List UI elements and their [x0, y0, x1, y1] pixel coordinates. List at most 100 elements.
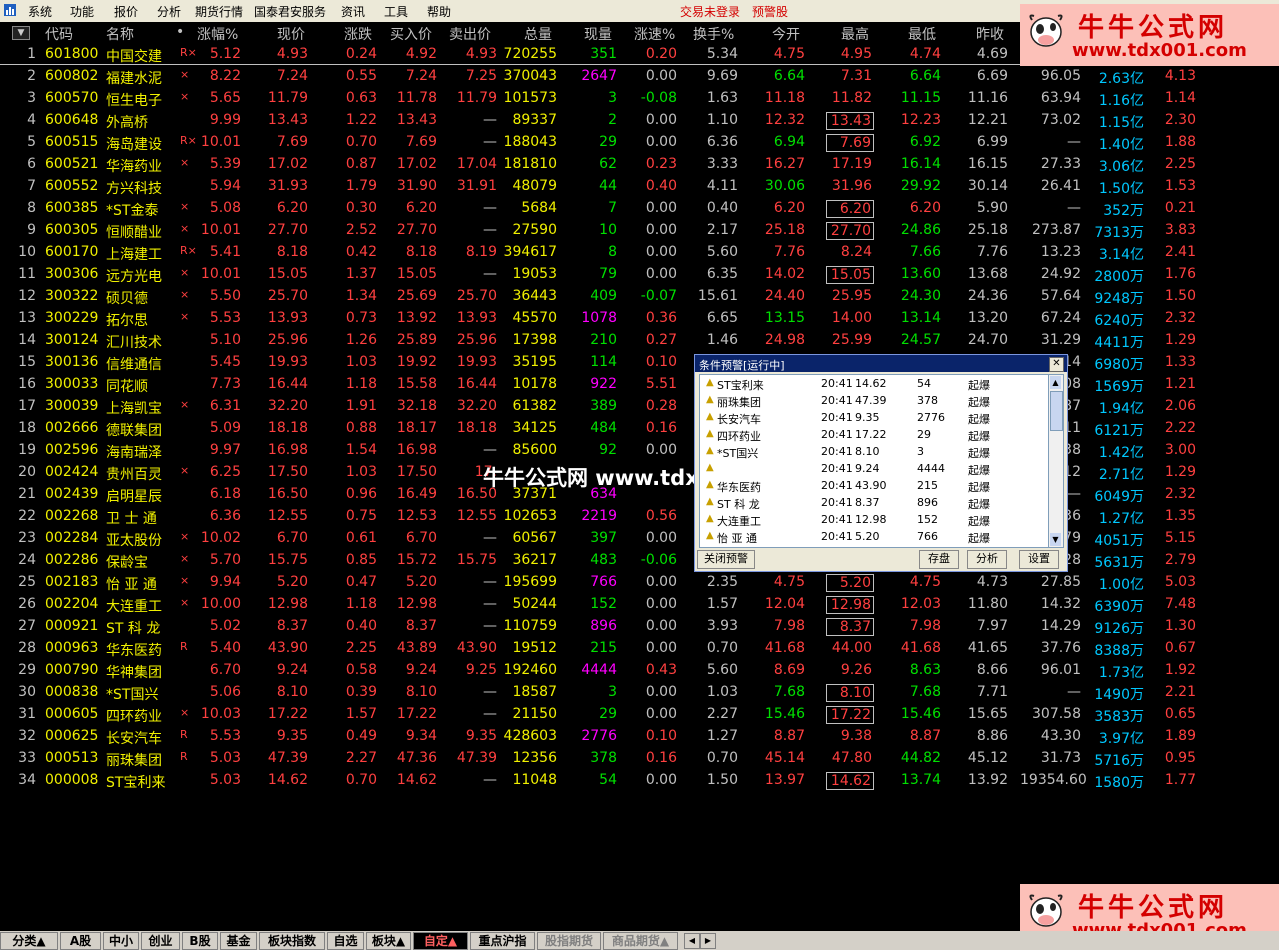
menu-quote[interactable]: 报价	[114, 3, 138, 20]
col-low[interactable]: 最低	[908, 24, 936, 44]
menu-help[interactable]: 帮助	[427, 3, 451, 20]
alert-row[interactable]: ▲ 四环药业 20:41 17.22 29 起爆	[700, 426, 1049, 443]
scroll-up-icon[interactable]: ▲	[1050, 376, 1061, 389]
trade-status[interactable]: 交易未登录	[680, 3, 740, 20]
alert-row[interactable]: ▲ ST 科 龙 20:41 8.37 896 起爆	[700, 494, 1049, 511]
tab-8[interactable]: 板块▲	[366, 932, 411, 950]
table-row[interactable]: 31 000605 四环药业 × 10.03 17.22 1.57 17.22—21150 29…	[0, 704, 1279, 726]
menu-function[interactable]: 功能	[70, 3, 94, 20]
alert-stock-link[interactable]: 预警股	[752, 3, 788, 20]
menu-system[interactable]: 系统	[28, 3, 52, 20]
table-row[interactable]: 11 300306 远方光电 × 10.01 15.05 1.37 15.05—19053 79…	[0, 264, 1279, 286]
table-row[interactable]: 22 002268 卫 士 通 6.36 12.55 0.75 12.53 12.55 1026…	[0, 506, 1279, 528]
tab-12[interactable]: 商品期货▲	[603, 932, 678, 950]
table-row[interactable]: 5 600515 海岛建设 R× 10.01 7.69 0.70 7.69—188043 29 0…	[0, 132, 1279, 154]
col-bid[interactable]: 买入价	[390, 24, 432, 44]
table-row[interactable]: 16 300033 同花顺 7.73 16.44 1.18 15.58 16.44 10178 9…	[0, 374, 1279, 396]
table-row[interactable]: 30 000838 *ST国兴 5.06 8.10 0.39 8.10 — 18587 3 0.00…	[0, 682, 1279, 704]
tab-10[interactable]: 重点沪指	[470, 932, 535, 950]
table-row[interactable]: 25 002183 怡 亚 通 × 9.94 5.20 0.47 5.20—195699 766…	[0, 572, 1279, 594]
table-row[interactable]: 9 600305 恒顺醋业 × 10.01 27.70 2.52 27.70—27590 10 0…	[0, 220, 1279, 242]
alert-row[interactable]: ▲ 华东医药 20:41 43.90 215 起爆	[700, 477, 1049, 494]
table-row[interactable]: 26 002204 大连重工 × 10.00 12.98 1.18 12.98—50244 15…	[0, 594, 1279, 616]
table-row[interactable]: 14 300124 汇川技术 5.10 25.96 1.26 25.89 25.96 17398…	[0, 330, 1279, 352]
col-speed[interactable]: 涨速%	[634, 24, 675, 44]
table-row[interactable]: 2 600802 福建水泥 × 8.22 7.24 0.55 7.24 7.25 370043 26…	[0, 66, 1279, 88]
tab-1[interactable]: A股	[60, 932, 101, 950]
table-row[interactable]: 6 600521 华海药业 × 5.39 17.02 0.87 17.02 17.04 18181…	[0, 154, 1279, 176]
alert-row[interactable]: ▲ 大连重工 20:41 12.98 152 起爆	[700, 511, 1049, 528]
col-prev-close[interactable]: 昨收	[976, 24, 1004, 44]
tab-scroll-left-icon[interactable]: ◀	[684, 933, 700, 949]
tab-0[interactable]: 分类▲	[0, 932, 58, 950]
tab-5[interactable]: 基金	[220, 932, 257, 950]
alert-row[interactable]: ▲ 长安汽车 20:41 9.35 2776 起爆	[700, 409, 1049, 426]
table-row[interactable]: 18 002666 德联集团 5.09 18.18 0.88 18.17 18.18 34125…	[0, 418, 1279, 440]
tab-2[interactable]: 中小	[103, 932, 139, 950]
alert-list[interactable]: ▲ ST宝利来 20:41 14.62 54 起爆 ▲ 丽珠集团 20:41 47.39 378 起爆…	[699, 374, 1050, 548]
col-high[interactable]: 最高	[841, 24, 869, 44]
dialog-titlebar[interactable]: 条件预警[运行中] ✕	[695, 355, 1067, 372]
tab-3[interactable]: 创业	[141, 932, 180, 950]
tab-4[interactable]: B股	[182, 932, 218, 950]
col-cur-volume[interactable]: 现量	[584, 24, 612, 44]
tab-6[interactable]: 板块指数	[259, 932, 325, 950]
cell-e3: 2.21	[1164, 684, 1196, 700]
menu-analysis[interactable]: 分析	[157, 3, 181, 20]
menu-broker-service[interactable]: 国泰君安服务	[254, 3, 326, 20]
table-row[interactable]: 13 300229 拓尔思 × 5.53 13.93 0.73 13.92 13.93 45570…	[0, 308, 1279, 330]
column-dropdown-icon[interactable]: ▼	[12, 26, 30, 40]
table-row[interactable]: 7 600552 方兴科技 5.94 31.93 1.79 31.90 31.91 48079 4…	[0, 176, 1279, 198]
col-name[interactable]: 名称	[106, 24, 134, 44]
tab-scroll-right-icon[interactable]: ▶	[700, 933, 716, 949]
cell-chg: 0.70	[345, 772, 377, 788]
tab-11[interactable]: 股指期货	[537, 932, 601, 950]
col-price[interactable]: 现价	[277, 24, 305, 44]
col-pct[interactable]: 涨幅%	[197, 24, 238, 44]
menu-futures[interactable]: 期货行情	[195, 3, 243, 20]
alert-row[interactable]: ▲ 20:41 9.24 4444 起爆	[700, 460, 1049, 477]
col-change[interactable]: 涨跌	[344, 24, 372, 44]
table-row[interactable]: 34 000008 ST宝利来 5.03 14.62 0.70 14.62 — 11048 54 0…	[0, 770, 1279, 792]
table-row[interactable]: 10 600170 上海建工 R× 5.41 8.18 0.42 8.18 8.19 394617…	[0, 242, 1279, 264]
col-code[interactable]: 代码	[45, 24, 73, 44]
save-button[interactable]: 存盘	[919, 550, 959, 569]
table-row[interactable]: 15 300136 信维通信 5.45 19.93 1.03 19.92 19.93 35195…	[0, 352, 1279, 374]
menu-tools[interactable]: 工具	[384, 3, 408, 20]
table-row[interactable]: 27 000921 ST 科 龙 5.02 8.37 0.40 8.37 — 110759 896…	[0, 616, 1279, 638]
close-icon[interactable]: ✕	[1049, 357, 1064, 372]
settings-button[interactable]: 设置	[1019, 550, 1059, 569]
table-row[interactable]: 28 000963 华东医药 R 5.40 43.90 2.25 43.89 43.90 1951…	[0, 638, 1279, 660]
table-row[interactable]: 29 000790 华神集团 6.70 9.24 0.58 9.24 9.25 192460 44…	[0, 660, 1279, 682]
cell-cur: 896	[590, 618, 617, 634]
table-row[interactable]: 17 300039 上海凯宝 × 6.31 32.20 1.91 32.18 32.20 6138…	[0, 396, 1279, 418]
table-row[interactable]: 3 600570 恒生电子 × 5.65 11.79 0.63 11.78 11.79 10157…	[0, 88, 1279, 110]
table-row[interactable]: 12 300322 硕贝德 × 5.50 25.70 1.34 25.69 25.70 36443…	[0, 286, 1279, 308]
cell-price: 6.20	[276, 200, 308, 216]
table-row[interactable]: 24 002286 保龄宝 × 5.70 15.75 0.85 15.72 15.75 36217…	[0, 550, 1279, 572]
menu-info[interactable]: 资讯	[341, 3, 365, 20]
app-icon[interactable]	[3, 3, 17, 17]
col-ask[interactable]: 卖出价	[449, 24, 491, 44]
scroll-thumb[interactable]	[1050, 391, 1063, 431]
analyze-button[interactable]: 分析	[967, 550, 1007, 569]
col-turnover[interactable]: 换手%	[693, 24, 734, 44]
table-row[interactable]: 33 000513 丽珠集团 R 5.03 47.39 2.27 47.36 47.39 1235…	[0, 748, 1279, 770]
table-row[interactable]: 32 000625 长安汽车 R 5.53 9.35 0.49 9.34 9.35 428603 2…	[0, 726, 1279, 748]
alert-scrollbar[interactable]: ▲ ▼	[1048, 374, 1064, 548]
table-row[interactable]: 4 600648 外高桥 9.99 13.43 1.22 13.43 — 89337 2 0.00 1…	[0, 110, 1279, 132]
table-row[interactable]: 8 600385 *ST金泰 × 5.08 6.20 0.30 6.20—5684 7 0.00 0…	[0, 198, 1279, 220]
alert-row[interactable]: ▲ *ST国兴 20:41 8.10 3 起爆	[700, 443, 1049, 460]
col-open[interactable]: 今开	[772, 24, 800, 44]
alert-row[interactable]: ▲ 怡 亚 通 20:41 5.20 766 起爆	[700, 528, 1049, 545]
tab-9[interactable]: 自定▲	[413, 932, 468, 950]
alert-row[interactable]: ▲ ST宝利来 20:41 14.62 54 起爆	[700, 375, 1049, 392]
cell-n: 20	[18, 464, 36, 480]
table-row[interactable]: 23 002284 亚太股份 × 10.02 6.70 0.61 6.70—60567 397 0…	[0, 528, 1279, 550]
tab-7[interactable]: 自选	[327, 932, 364, 950]
col-volume[interactable]: 总量	[524, 24, 552, 44]
alert-row[interactable]: ▲ 丽珠集团 20:41 47.39 378 起爆	[700, 392, 1049, 409]
scroll-down-icon[interactable]: ▼	[1050, 533, 1061, 546]
table-row[interactable]: 19 002596 海南瑞泽 9.97 16.98 1.54 16.98 — 85600 92 0.…	[0, 440, 1279, 462]
close-alert-button[interactable]: 关闭预警	[697, 550, 755, 569]
